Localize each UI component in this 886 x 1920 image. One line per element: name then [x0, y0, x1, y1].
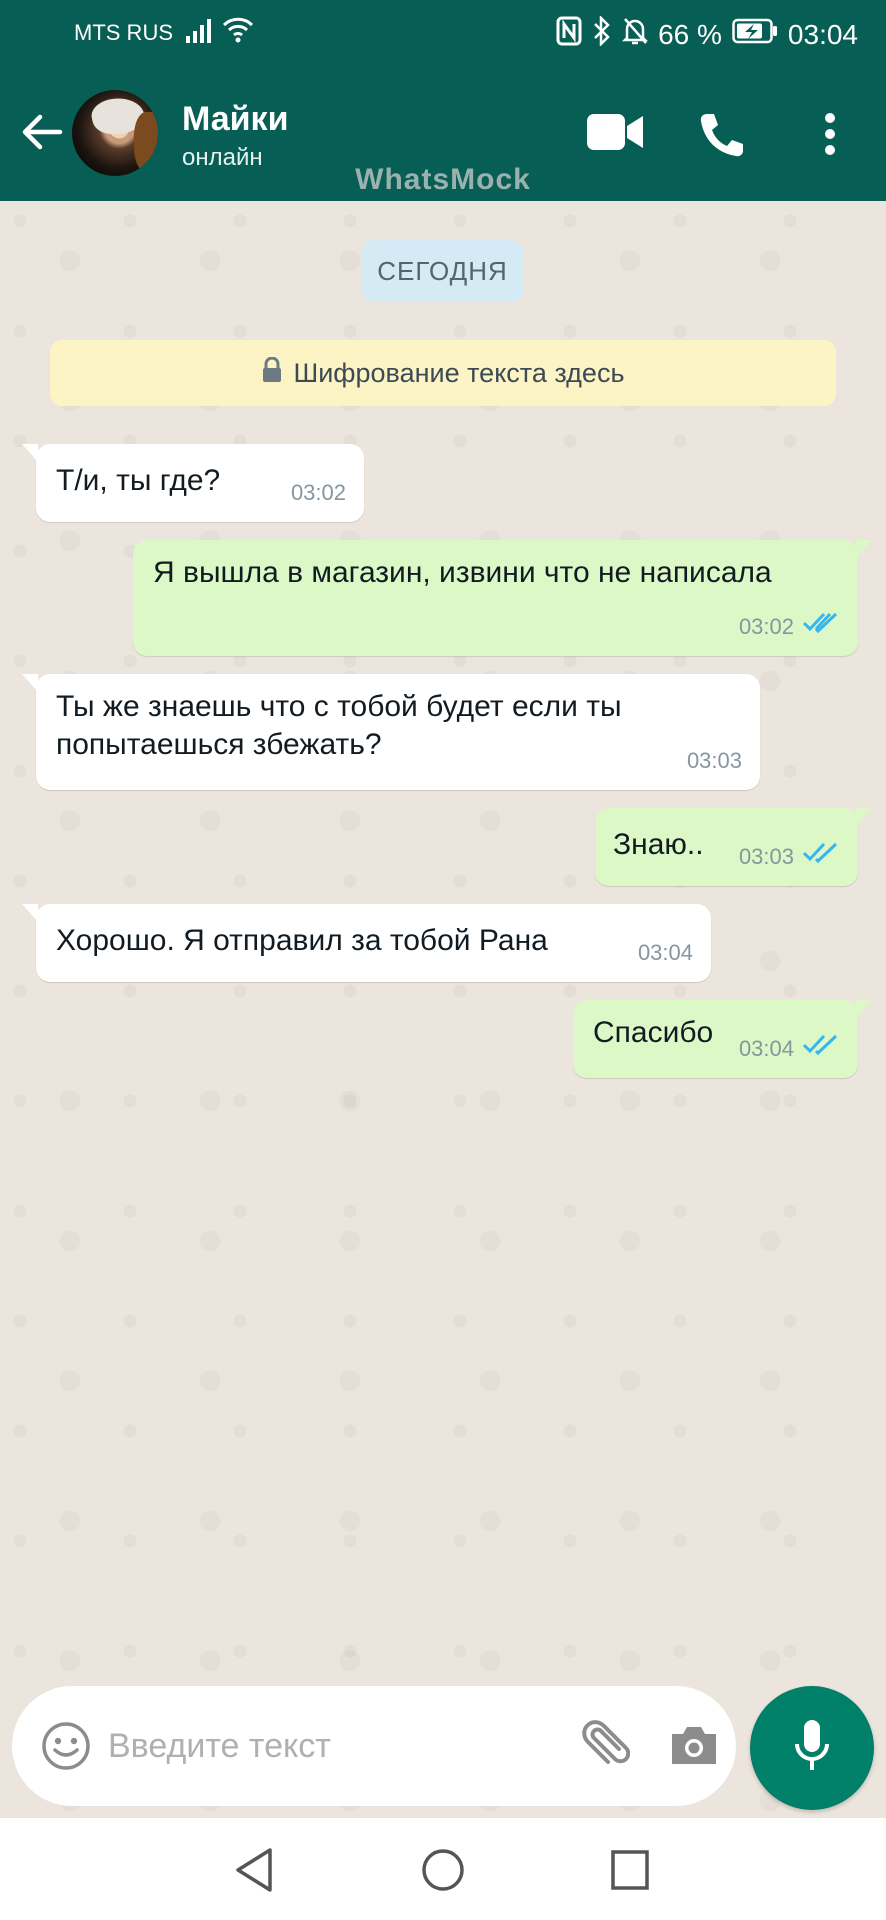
message-time: 03:04	[738, 1036, 794, 1061]
message-time: 03:03	[686, 748, 742, 773]
nav-back-icon[interactable]	[232, 1846, 276, 1899]
nav-recents-icon[interactable]	[608, 1846, 652, 1899]
message-time: 03:02	[290, 480, 346, 505]
nfc-icon	[556, 16, 582, 53]
message-meta: 03:03	[687, 742, 742, 780]
lock-icon	[261, 356, 283, 390]
status-right: 66 % 03:04	[556, 14, 858, 53]
message-text: Спасибо	[593, 1016, 714, 1049]
message-line: Ты же знаешь что с тобой будет если ты	[56, 690, 622, 723]
battery-icon	[732, 18, 778, 51]
message-text: Ты же знаешь что с тобой будет если ты п…	[56, 688, 622, 764]
message-time: 03:04	[637, 940, 693, 965]
message-text: Я вышла в магазин, извини что не написал…	[153, 556, 772, 589]
camera-icon[interactable]	[668, 1722, 720, 1773]
signal-icon	[185, 18, 213, 51]
emoji-icon[interactable]	[40, 1720, 92, 1777]
read-ticks-icon	[802, 608, 840, 646]
message-composer	[12, 1686, 736, 1806]
message-input[interactable]	[108, 1716, 538, 1776]
read-ticks-icon	[802, 1030, 840, 1068]
message-bubble-outgoing[interactable]: Знаю.. 03:03	[595, 808, 872, 886]
voice-call-icon[interactable]	[697, 110, 747, 165]
message-bubble-incoming[interactable]: Ты же знаешь что с тобой будет если ты п…	[22, 674, 760, 790]
message-line: попытаешься збежать?	[56, 728, 382, 761]
message-time: 03:02	[738, 614, 794, 639]
message-meta: 03:02	[291, 474, 346, 512]
mute-bell-icon	[622, 16, 649, 53]
message-text: Хорошо. Я отправил за тобой Рана	[56, 924, 548, 957]
bluetooth-icon	[592, 14, 612, 53]
message-text: Знаю..	[613, 828, 704, 861]
watermark: WhatsMock	[355, 163, 531, 196]
mic-icon	[792, 1718, 832, 1779]
message-time: 03:03	[738, 844, 794, 869]
video-call-icon[interactable]	[585, 112, 645, 157]
message-meta: 03:02	[739, 608, 840, 646]
message-bubble-outgoing[interactable]: Я вышла в магазин, извини что не написал…	[133, 540, 872, 656]
wifi-icon	[222, 16, 254, 51]
mic-button[interactable]	[750, 1686, 874, 1810]
encryption-notice[interactable]: Шифрование текста здесь	[50, 340, 836, 406]
status-bar: MTS RUS 66 % 03:04	[0, 0, 886, 66]
read-ticks-icon	[802, 838, 840, 876]
contact-name[interactable]: Майки	[182, 100, 288, 139]
message-meta: 03:04	[739, 1030, 840, 1068]
message-meta: 03:03	[739, 838, 840, 876]
message-text: Т/и, ты где?	[56, 464, 221, 497]
message-bubble-incoming[interactable]: Т/и, ты где? 03:02	[22, 444, 364, 522]
system-nav-bar	[0, 1818, 886, 1920]
battery-percent: 66 %	[658, 18, 722, 50]
encryption-text: Шифрование текста здесь	[293, 357, 625, 388]
carrier-name: MTS RUS	[74, 20, 173, 45]
date-chip: СЕГОДНЯ	[361, 240, 524, 302]
more-options-icon[interactable]	[820, 110, 840, 163]
attach-icon[interactable]	[572, 1718, 631, 1781]
message-meta: 03:04	[638, 934, 693, 972]
message-bubble-incoming[interactable]: Хорошо. Я отправил за тобой Рана 03:04	[22, 904, 711, 982]
message-bubble-outgoing[interactable]: Спасибо 03:04	[573, 1000, 872, 1078]
back-arrow-icon[interactable]	[18, 108, 66, 156]
nav-home-icon[interactable]	[420, 1846, 466, 1899]
status-time: 03:04	[787, 18, 858, 50]
